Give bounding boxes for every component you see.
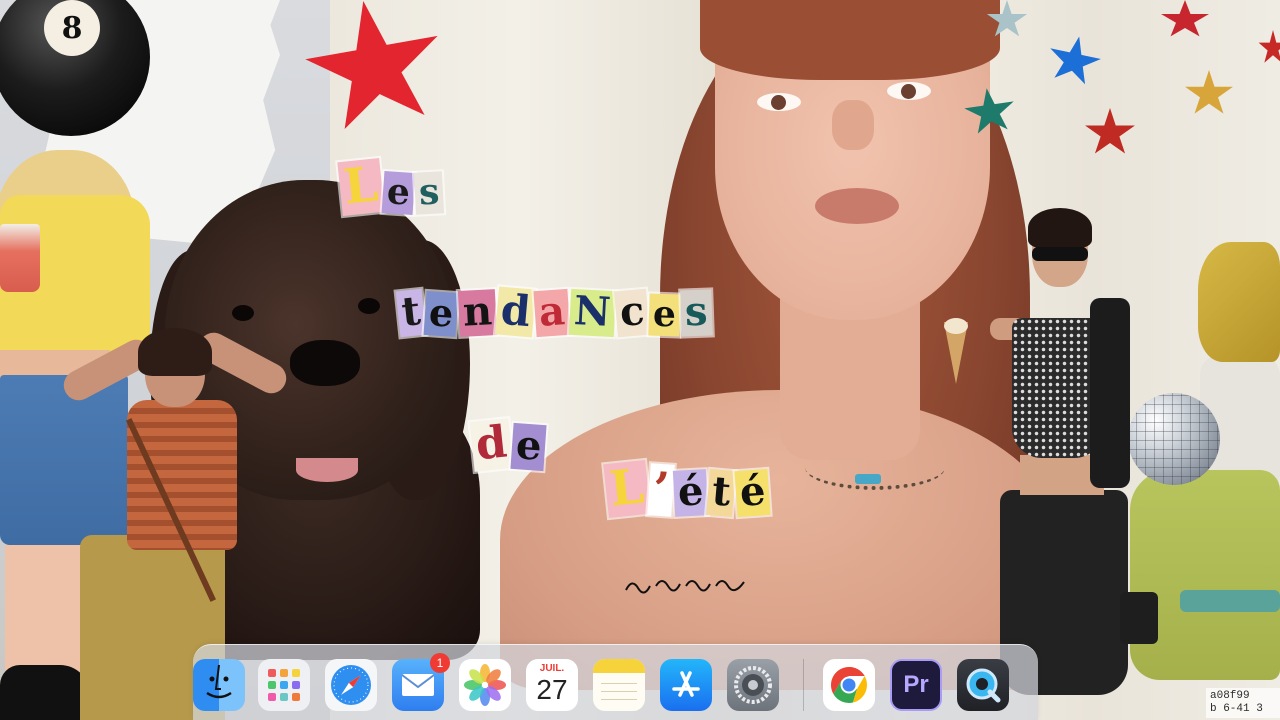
calendar-day: 27 xyxy=(536,674,568,705)
eight-ball-number: 8 xyxy=(44,0,100,56)
dock-separator xyxy=(803,659,804,711)
ice-cream-scoop xyxy=(944,318,968,334)
title-letter: e xyxy=(510,421,547,472)
mail-unread-badge: 1 xyxy=(430,653,450,673)
calendar-icon: JUIL. 27 xyxy=(526,659,578,711)
title-letter: c xyxy=(613,287,650,338)
thumbnail-scene: 8 Les tendaNces de L’ é t é 1 JUIL. 27 P… xyxy=(0,0,1280,720)
title-letter: s xyxy=(680,288,713,337)
title-letter: d xyxy=(494,285,537,338)
title-line-tendances: tendaNces xyxy=(395,285,713,338)
macos-dock: 1 JUIL. 27 Pr xyxy=(193,644,1038,720)
black-scarf xyxy=(1090,298,1130,488)
beaded-handbag xyxy=(1120,592,1158,644)
dock-app-calendar[interactable]: JUIL. 27 xyxy=(526,659,578,711)
sunglasses xyxy=(1032,247,1088,261)
dog-eye-right xyxy=(358,298,380,314)
title-line-les: Les xyxy=(337,156,445,217)
dock-app-mail[interactable]: 1 xyxy=(392,653,450,711)
title-letter: e xyxy=(423,289,460,338)
finder-icon xyxy=(206,664,232,699)
gear-icon xyxy=(734,666,772,704)
dog-tongue xyxy=(296,458,358,482)
dog-eye-left xyxy=(232,305,254,321)
girl-yellow-legs xyxy=(5,545,80,685)
dock-app-chrome[interactable] xyxy=(823,659,875,711)
title-letter: é xyxy=(672,467,709,517)
launchpad-icon xyxy=(268,669,300,701)
dog-nose xyxy=(290,340,360,386)
title-letter: d xyxy=(469,417,514,472)
dock-app-launchpad[interactable] xyxy=(258,659,310,711)
title-letter: e xyxy=(381,170,416,216)
dock-app-app-store[interactable] xyxy=(660,659,712,711)
title-letter: s xyxy=(413,170,445,215)
dock-app-photos[interactable] xyxy=(459,659,511,711)
filename-fragment: a08f99 b 6-41 3 xyxy=(1206,688,1280,718)
app-store-icon xyxy=(672,671,700,697)
dock-app-finder[interactable] xyxy=(193,659,245,711)
necklace-pendant xyxy=(855,474,881,484)
dock-app-notes[interactable] xyxy=(593,659,645,711)
presenter-nose xyxy=(832,100,874,150)
quicktime-icon xyxy=(966,668,1001,703)
squiggle-decoration xyxy=(625,580,745,594)
title-letter: ’ xyxy=(646,462,675,517)
title-letter: N xyxy=(568,287,616,338)
girl-green-skirt xyxy=(1130,470,1280,680)
filename-line-1: a08f99 xyxy=(1210,690,1250,702)
photos-icon xyxy=(464,664,506,706)
girl-orange-hair xyxy=(138,328,212,376)
title-letter: L xyxy=(603,458,651,519)
title-line-lete: L’ é t é xyxy=(603,458,771,519)
title-letter: é xyxy=(734,467,771,518)
disco-ball xyxy=(1128,393,1220,485)
title-letter: t xyxy=(706,467,737,518)
iced-drink-cup xyxy=(0,224,40,292)
title-letter: a xyxy=(533,287,571,338)
dock-app-system-preferences[interactable] xyxy=(727,659,779,711)
presenter-eye-right xyxy=(887,82,931,100)
dock-app-premiere-pro[interactable]: Pr xyxy=(890,659,942,711)
girl-yellow-sneaker xyxy=(0,665,90,720)
dock-app-safari[interactable] xyxy=(325,659,377,711)
safari-icon xyxy=(331,665,371,705)
chrome-icon xyxy=(830,667,867,703)
presenter-bangs xyxy=(700,0,1000,80)
teal-chair-seat xyxy=(1180,590,1280,612)
gold-headscarf xyxy=(1198,242,1280,362)
girl-yellow-jorts xyxy=(0,375,128,545)
presenter-lips xyxy=(815,188,899,224)
calendar-month: JUIL. xyxy=(539,663,565,674)
girl-black-hair xyxy=(1028,208,1092,248)
premiere-icon: Pr xyxy=(903,671,929,698)
title-letter: n xyxy=(457,287,497,337)
dock-app-quicktime[interactable] xyxy=(957,659,1009,711)
filename-line-2: b 6-41 3 xyxy=(1210,703,1263,715)
notes-icon xyxy=(593,659,645,711)
title-line-de: de xyxy=(469,417,547,472)
presenter-eye-left xyxy=(757,93,801,111)
title-letter: L xyxy=(337,156,385,217)
title-letter: e xyxy=(648,293,681,337)
title-letter: t xyxy=(395,287,427,338)
